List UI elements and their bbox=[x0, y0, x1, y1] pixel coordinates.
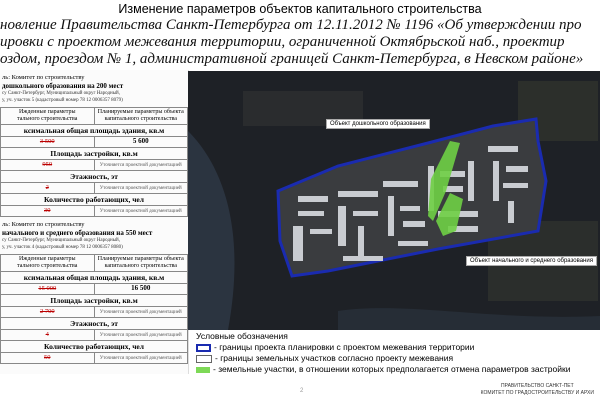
page-title: Изменение параметров объектов капитально… bbox=[118, 2, 482, 16]
map-image bbox=[188, 81, 600, 330]
object-title: начального и среднего образования на 550… bbox=[2, 229, 153, 237]
new-value: Уточняется проектной документацией bbox=[99, 208, 182, 214]
customer-line: ль: Комитет по строительству bbox=[2, 221, 85, 228]
legend-item: - границы проекта планировки с проектом … bbox=[196, 342, 596, 353]
table-header: капитального строительства bbox=[104, 263, 177, 269]
blue-boundary-swatch bbox=[196, 343, 211, 352]
legend-item-label: - границы земельных участков согласно пр… bbox=[215, 353, 454, 363]
table-header: Ижденные параметры bbox=[18, 256, 76, 262]
resolution-subtitle: новление Правительства Санкт-Петербурга … bbox=[0, 17, 600, 71]
new-value: Уточняется проектной документацией bbox=[99, 185, 182, 191]
map-legend: Условные обозначения - границы проекта п… bbox=[196, 331, 596, 375]
new-value: Уточняется проектной документацией bbox=[99, 355, 182, 361]
parameters-document: ль: Комитет по строительству дошкольного… bbox=[0, 70, 189, 374]
parameters-table: Ижденные параметры тального строительства… bbox=[0, 254, 188, 364]
param-label: Количество работающих, чел bbox=[0, 193, 188, 206]
param-label: Этажность, эт bbox=[0, 317, 188, 330]
subtitle-line: новление Правительства Санкт-Петербурга … bbox=[0, 17, 582, 33]
legend-item-label: - границы проекта планировки с проектом … bbox=[214, 342, 475, 352]
param-label: ксимальная общая площадь здания, кв.м bbox=[0, 124, 188, 137]
green-plot-swatch bbox=[196, 366, 210, 373]
address-line: у, уч. участок 5 (кадастровый номер 78 1… bbox=[2, 97, 123, 103]
river-area bbox=[188, 131, 235, 330]
old-value: 15 000 bbox=[38, 285, 57, 292]
table-header: тального строительства bbox=[17, 116, 78, 122]
old-value: 3 500 bbox=[39, 138, 55, 145]
new-value: Уточняется проектной документацией bbox=[99, 162, 182, 168]
white-boundary-swatch bbox=[196, 354, 212, 363]
address-line: у, уч. участок 4 (кадастровый номер 78 1… bbox=[2, 244, 123, 250]
new-value: 16 500 bbox=[131, 284, 151, 292]
new-value: Уточняется проектной документацией bbox=[99, 309, 182, 315]
subtitle-line: оздом, проездом № 1, административной гр… bbox=[0, 51, 584, 67]
param-label: Площадь застройки, кв.м bbox=[0, 294, 188, 307]
new-value: Уточняется проектной документацией bbox=[99, 332, 182, 338]
old-value: 30 bbox=[44, 207, 51, 214]
legend-item-label: - земельные участки, в отношении которых… bbox=[213, 364, 571, 374]
callout-school: Объект начального и среднего образования bbox=[466, 256, 597, 266]
new-value: 5 600 bbox=[132, 137, 149, 145]
param-label: ксимальная общая площадь здания, кв.м bbox=[0, 271, 188, 284]
satellite-map: Объект дошкольного образования Объект на… bbox=[188, 71, 600, 330]
old-value: 50 bbox=[44, 354, 51, 361]
customer-line: ль: Комитет по строительству bbox=[2, 74, 85, 81]
old-value: 2 700 bbox=[39, 308, 55, 315]
old-value: 4 bbox=[45, 331, 49, 338]
old-value: 950 bbox=[42, 161, 53, 168]
parameters-table: Ижденные параметры тального строительства… bbox=[0, 107, 188, 217]
table-header: Ижденные параметры bbox=[18, 109, 76, 115]
legend-title: Условные обозначения bbox=[196, 331, 288, 341]
table-header: тального строительства bbox=[17, 263, 78, 269]
param-label: Количество работающих, чел bbox=[0, 340, 188, 353]
callout-preschool: Объект дошкольного образования bbox=[326, 119, 430, 129]
table-header: Планируемые параметры объекта bbox=[97, 256, 184, 262]
subtitle-line: ировки с проектом межевания территории, … bbox=[0, 34, 565, 50]
legend-item: - границы земельных участков согласно пр… bbox=[196, 353, 596, 364]
water-area bbox=[338, 308, 600, 330]
param-label: Этажность, эт bbox=[0, 170, 188, 183]
table-header: Планируемые параметры объекта bbox=[97, 109, 184, 115]
old-value: 2 bbox=[45, 184, 49, 191]
legend-item: - земельные участки, в отношении которых… bbox=[196, 364, 596, 375]
footer-line: ПРАВИТЕЛЬСТВО САНКТ-ПЕТ bbox=[500, 383, 574, 389]
footer-line: КОМИТЕТ ПО ГРАДОСТРОИТЕЛЬСТВУ И АРХИ bbox=[480, 390, 594, 396]
page-number: 2 bbox=[300, 388, 304, 394]
object-title: дошкольного образования на 200 мест bbox=[2, 82, 124, 90]
param-label: Площадь застройки, кв.м bbox=[0, 147, 188, 160]
table-header: капитального строительства bbox=[104, 116, 177, 122]
footer: ПРАВИТЕЛЬСТВО САНКТ-ПЕТ КОМИТЕТ ПО ГРАДО… bbox=[481, 383, 594, 397]
